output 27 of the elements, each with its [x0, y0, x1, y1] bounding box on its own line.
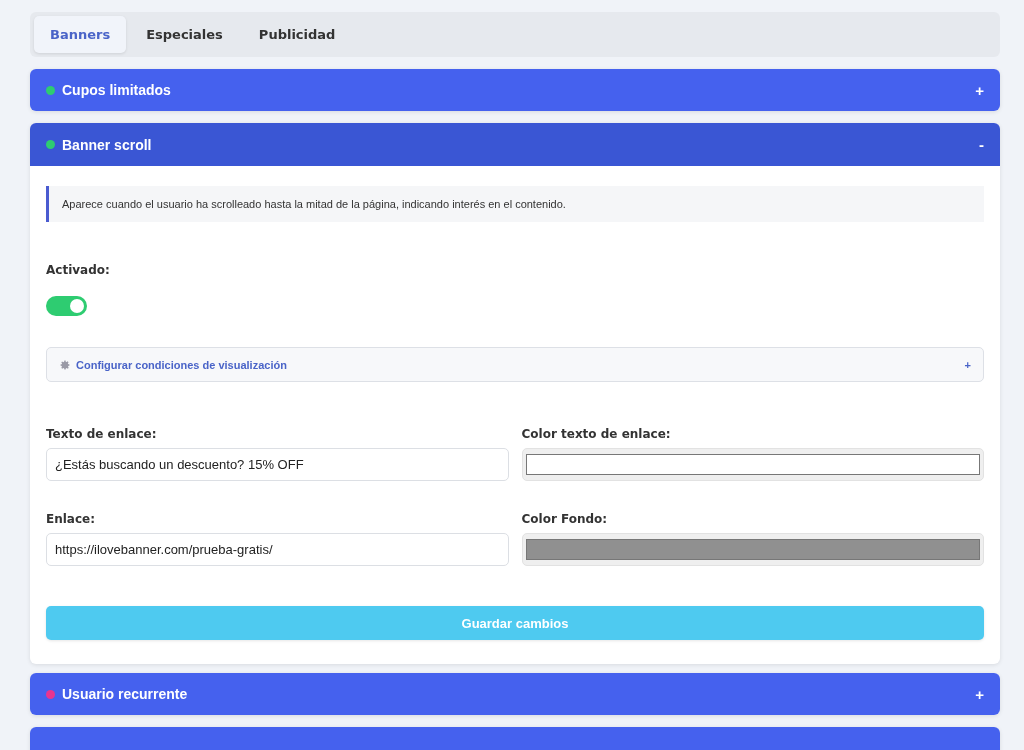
field-label: Enlace: [46, 512, 96, 526]
panel-header[interactable]: Banner scroll - [30, 123, 1000, 166]
panel-title: Usuario recurrente [62, 686, 188, 702]
field-label: Color Fondo: [521, 512, 609, 526]
panel-header[interactable]: Cupos limitados + [30, 69, 1000, 111]
toggle-switch[interactable] [46, 296, 87, 316]
field-label: Texto de enlace: [46, 427, 158, 441]
panel-title: Banner scroll [62, 136, 152, 153]
input-field[interactable]: https://ilovebanner.com/prueba-gratis/ [46, 533, 509, 566]
tab[interactable]: Publicidad [242, 16, 352, 53]
gear-icon [59, 358, 71, 371]
tab[interactable]: Especiales [130, 16, 239, 53]
toggle-sign: - [979, 136, 984, 153]
conditions-label: Configurar condiciones de visualización [76, 358, 287, 371]
panel-title: Cupos limitados [62, 82, 171, 98]
toggle-sign: + [975, 81, 984, 99]
field-label: Activado: [46, 263, 111, 277]
tab[interactable]: Banners [34, 16, 127, 53]
color-field[interactable] [521, 448, 984, 481]
info-note: Aparece cuando el usuario ha scrolleado hasta la mitad de la página, indicando interés en el contenido. [46, 186, 984, 222]
toggle-sign: + [975, 685, 984, 703]
toggle-sign: + [964, 358, 971, 371]
conditions-header[interactable]: Configurar condiciones de visualización + [46, 347, 984, 382]
field-label: Color texto de enlace: [521, 427, 672, 441]
color-field[interactable] [521, 533, 984, 566]
input-field[interactable]: ¿Estás buscando un descuento? 15% OFF [46, 448, 509, 481]
panel-header[interactable]: Usuario recurrente + [30, 673, 1000, 715]
